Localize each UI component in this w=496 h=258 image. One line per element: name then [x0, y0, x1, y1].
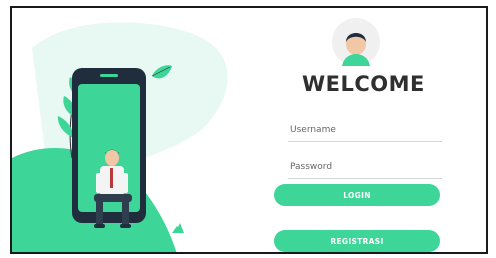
password-input[interactable] [288, 156, 442, 179]
person-in-phone-illustration [12, 22, 228, 252]
small-plant [172, 223, 184, 233]
user-avatar-icon [332, 18, 380, 66]
login-page: WELCOME LOGIN REGISTRASI [10, 6, 488, 254]
login-button[interactable]: LOGIN [274, 184, 440, 206]
welcome-title: WELCOME [302, 72, 425, 96]
username-input[interactable] [288, 119, 442, 142]
register-button[interactable]: REGISTRASI [274, 230, 440, 252]
